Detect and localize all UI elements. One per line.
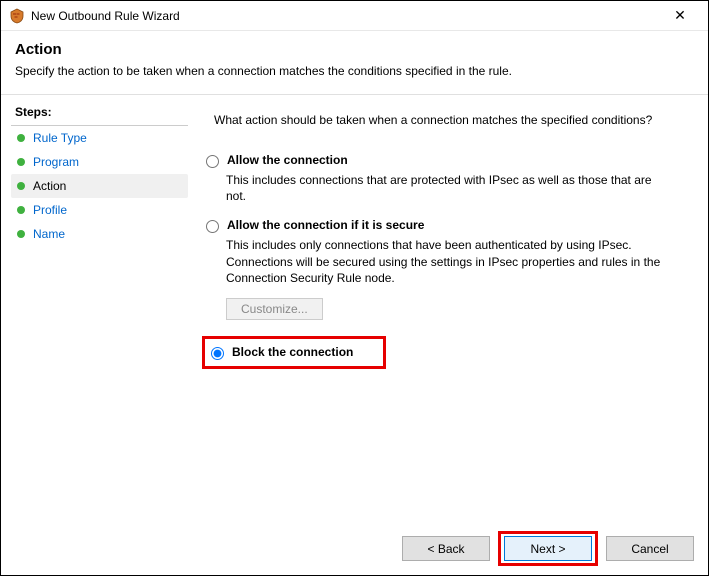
option-allow-secure-desc: This includes only connections that have… [202,237,662,286]
step-label: Profile [33,203,67,217]
radio-block[interactable] [211,347,224,360]
wizard-header: Action Specify the action to be taken wh… [1,31,708,90]
option-allow-secure[interactable]: Allow the connection if it is secure [202,216,690,235]
bullet-icon [17,206,25,214]
step-name[interactable]: Name [11,222,188,246]
cancel-button[interactable]: Cancel [606,536,694,561]
highlight-block-option: Block the connection [202,336,386,369]
highlight-next-button: Next > [498,531,598,566]
option-allow-label: Allow the connection [227,153,348,167]
option-allow-desc: This includes connections that are prote… [202,172,662,204]
steps-sidebar: Steps: Rule Type Program Action Profile … [1,95,196,578]
option-allow-secure-label: Allow the connection if it is secure [227,218,424,232]
step-label: Program [33,155,79,169]
radio-allow-secure[interactable] [206,220,219,233]
option-block[interactable]: Block the connection [207,343,353,362]
step-rule-type[interactable]: Rule Type [11,126,188,150]
radio-allow[interactable] [206,155,219,168]
page-subtext: Specify the action to be taken when a co… [15,64,694,78]
step-action[interactable]: Action [11,174,188,198]
bullet-icon [17,230,25,238]
action-prompt: What action should be taken when a conne… [202,113,690,127]
step-label: Rule Type [33,131,87,145]
close-icon[interactable]: ✕ [660,7,700,24]
wizard-buttons: < Back Next > Cancel [402,531,694,566]
step-profile[interactable]: Profile [11,198,188,222]
option-allow[interactable]: Allow the connection [202,151,690,170]
steps-label: Steps: [11,103,188,126]
step-label: Name [33,227,65,241]
bullet-icon [17,182,25,190]
titlebar: New Outbound Rule Wizard ✕ [1,1,708,31]
step-label: Action [33,179,66,193]
page-heading: Action [15,41,694,58]
bullet-icon [17,134,25,142]
firewall-icon [9,8,25,24]
next-button[interactable]: Next > [504,536,592,561]
customize-button: Customize... [226,298,323,320]
step-program[interactable]: Program [11,150,188,174]
back-button[interactable]: < Back [402,536,490,561]
option-block-label: Block the connection [232,345,353,359]
wizard-content: What action should be taken when a conne… [196,95,708,578]
bullet-icon [17,158,25,166]
window-title: New Outbound Rule Wizard [31,9,660,23]
